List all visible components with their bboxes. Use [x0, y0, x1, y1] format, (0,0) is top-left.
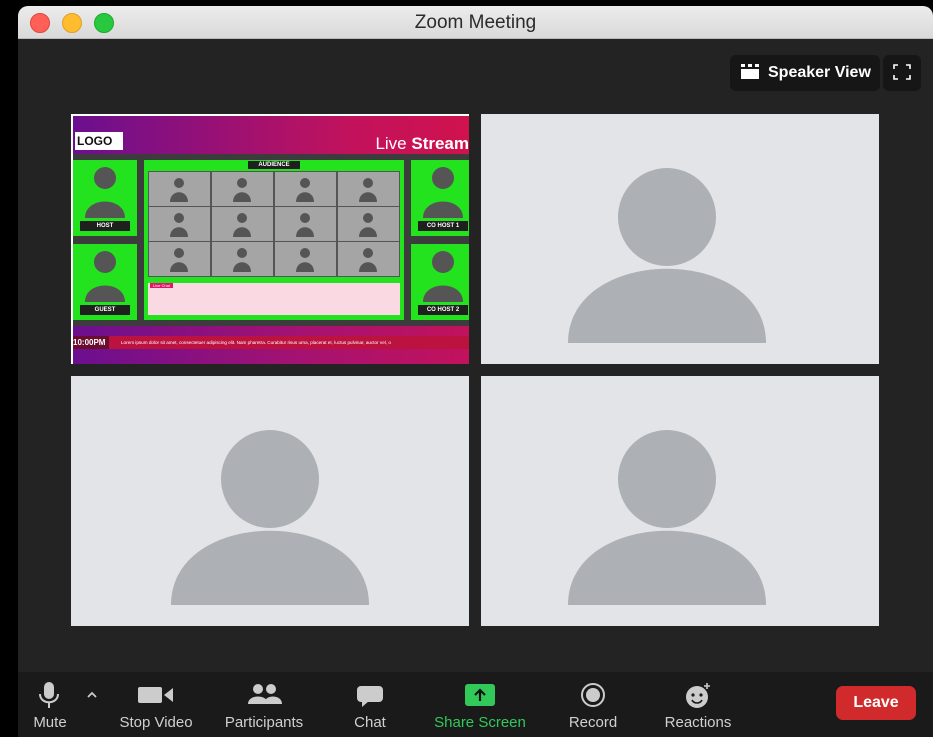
audience-seat — [338, 207, 399, 241]
stream-footer: 10:00PM Lorem ipsum dolor sit amet, cons… — [73, 326, 469, 364]
emoji-plus-icon — [686, 683, 710, 708]
person-icon — [85, 167, 125, 218]
avatar-placeholder-icon — [568, 430, 766, 605]
chat-label: Chat — [354, 714, 386, 731]
audience-seat — [338, 172, 399, 206]
cohost2-label: CO HOST 2 — [418, 305, 468, 315]
audience-seat — [212, 207, 273, 241]
audience-seat — [275, 207, 336, 241]
speaker-view-button[interactable]: Speaker View — [730, 55, 880, 91]
avatar-placeholder-icon — [171, 430, 369, 605]
stream-header: LOGO Live Stream — [73, 116, 469, 154]
meeting-toolbar: Mute Stop Video Participants Chat Share … — [18, 672, 933, 737]
guest-label: GUEST — [80, 305, 130, 315]
share-arrow-icon — [465, 684, 495, 706]
cohost1-box: CO HOST 1 — [411, 160, 469, 236]
participant-tile[interactable] — [481, 376, 879, 626]
participant-tile[interactable] — [481, 114, 879, 364]
share-screen-button[interactable]: Share Screen — [428, 672, 532, 737]
mute-button[interactable]: Mute — [26, 672, 74, 737]
video-camera-icon — [138, 687, 173, 703]
cohost1-label: CO HOST 1 — [418, 221, 468, 231]
person-icon — [423, 251, 463, 302]
chevron-up-icon — [87, 691, 97, 698]
mute-label: Mute — [33, 714, 67, 731]
audience-seat — [149, 172, 210, 206]
live-chat-box: Live Chat — [148, 283, 400, 315]
share-screen-label: Share Screen — [434, 714, 526, 731]
window-title: Zoom Meeting — [414, 12, 537, 33]
audience-seat — [212, 242, 273, 276]
stream-title: Live Stream — [375, 134, 469, 153]
stream-logo: LOGO — [75, 132, 123, 150]
audio-options-button[interactable] — [82, 672, 102, 737]
ticker-text: Lorem ipsum dolor sit amet, consectetuer… — [121, 340, 391, 345]
microphone-icon — [39, 682, 59, 708]
host-label: HOST — [80, 221, 130, 231]
live-chat-tag: Live Chat — [150, 283, 173, 288]
audience-seat — [149, 207, 210, 241]
audience-seat — [338, 242, 399, 276]
record-icon — [581, 683, 605, 707]
participant-tile[interactable] — [71, 376, 469, 626]
stream-body: HOST GUEST CO HOST 1 CO HOST 2 AUDIENCE … — [73, 154, 469, 326]
stop-video-label: Stop Video — [119, 714, 193, 731]
record-label: Record — [568, 714, 618, 731]
audience-seat — [275, 172, 336, 206]
audience-grid — [148, 171, 400, 277]
participants-icon — [248, 684, 282, 704]
chat-button[interactable]: Chat — [342, 672, 398, 737]
host-box: HOST — [73, 160, 137, 236]
reactions-label: Reactions — [664, 714, 732, 731]
chat-bubble-icon — [357, 686, 383, 707]
zoom-window: Zoom Meeting Speaker View LOGO Live Stre… — [18, 6, 933, 737]
participant-tile-stream[interactable]: LOGO Live Stream HOST GUEST CO HOST 1 CO… — [71, 114, 469, 364]
fullscreen-button[interactable] — [883, 55, 921, 91]
stop-video-button[interactable]: Stop Video — [106, 672, 206, 737]
person-icon — [85, 251, 125, 302]
guest-box: GUEST — [73, 244, 137, 320]
fullscreen-icon — [893, 64, 911, 80]
speaker-view-label: Speaker View — [768, 64, 871, 81]
avatar-placeholder-icon — [568, 168, 766, 343]
title-bar: Zoom Meeting — [18, 6, 933, 39]
ticker-time: 10:00PM — [73, 336, 110, 349]
news-ticker: 10:00PM Lorem ipsum dolor sit amet, cons… — [73, 336, 469, 349]
audience-seat — [212, 172, 273, 206]
audience-seat — [275, 242, 336, 276]
participants-label: Participants — [224, 714, 304, 731]
person-icon — [423, 167, 463, 218]
cohost2-box: CO HOST 2 — [411, 244, 469, 320]
participants-button[interactable]: Participants — [216, 672, 312, 737]
leave-button[interactable]: Leave — [836, 686, 916, 720]
audience-panel: AUDIENCE Live Chat — [144, 160, 404, 320]
audience-seat — [149, 242, 210, 276]
grid-icon — [741, 64, 759, 79]
reactions-button[interactable]: Reactions — [656, 672, 740, 737]
audience-label: AUDIENCE — [248, 161, 300, 169]
record-button[interactable]: Record — [558, 672, 628, 737]
